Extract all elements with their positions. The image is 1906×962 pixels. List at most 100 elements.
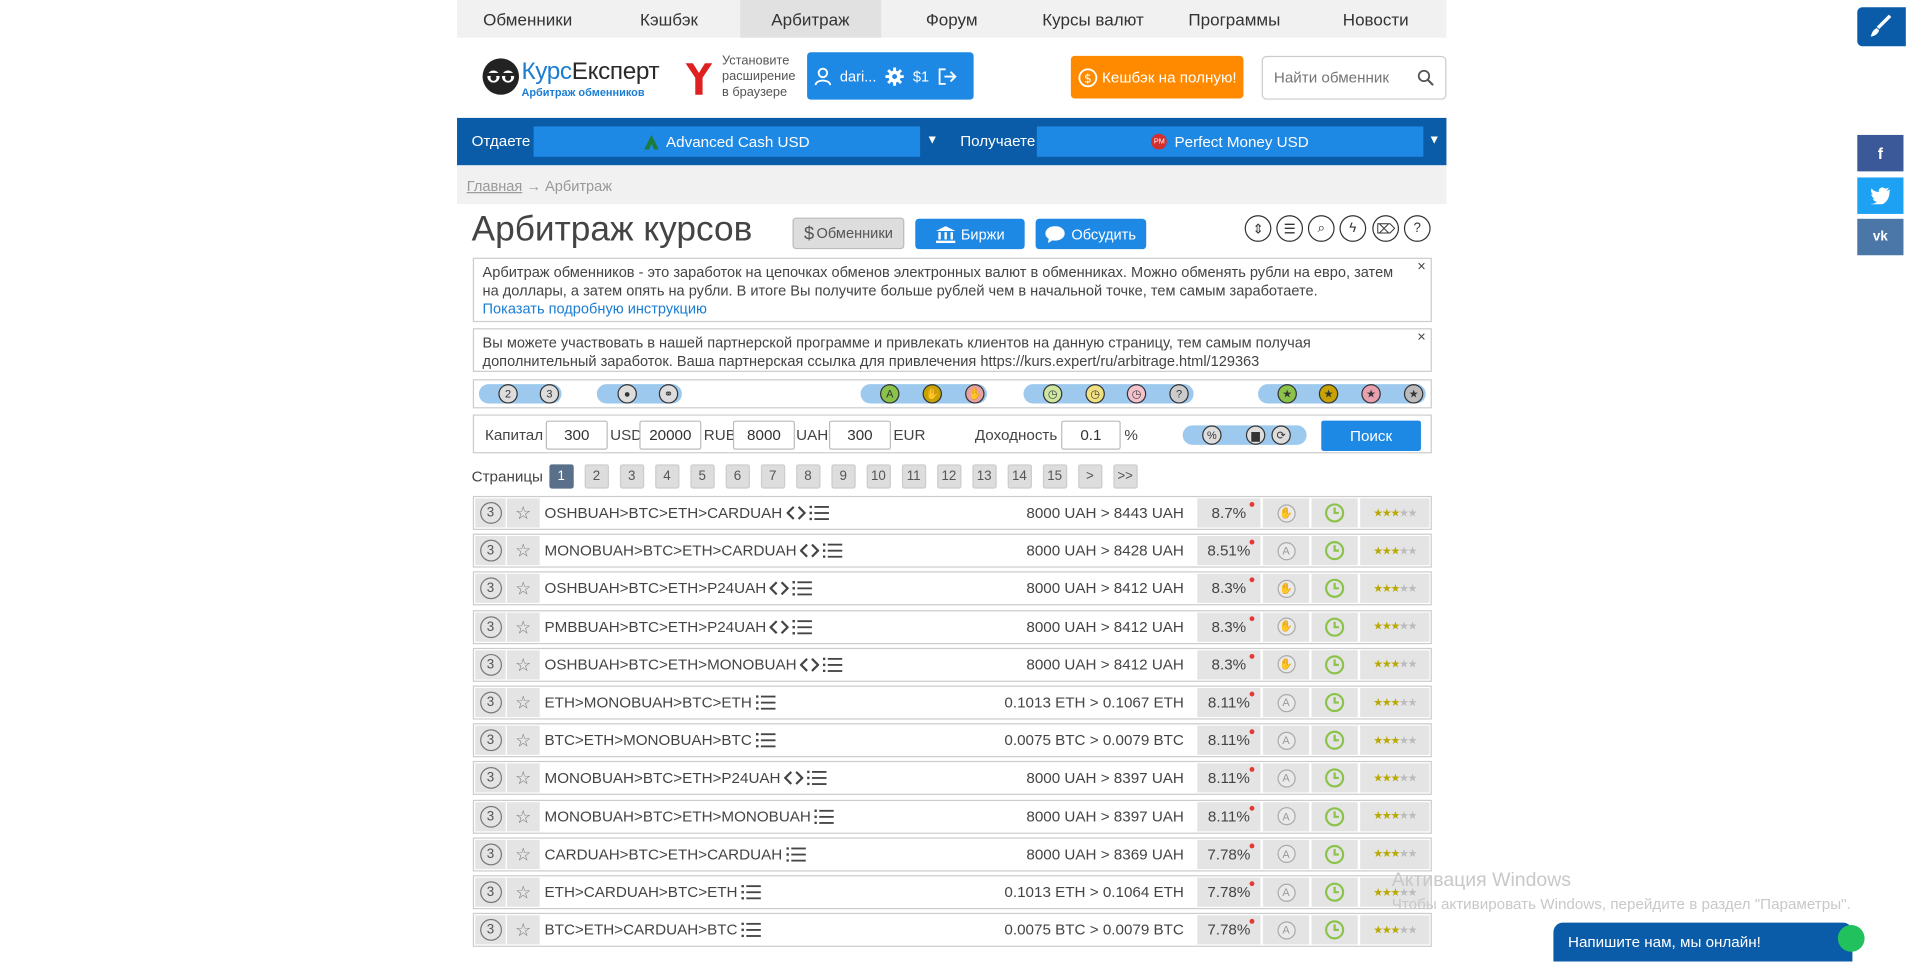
table-row[interactable]: 3 ☆ MONOBUAH>BTC>ETH>MONOBUAH 8000 UAH > 83…	[472, 799, 1432, 834]
chain-text[interactable]: OSHBUAH>BTC>ETH>MONOBUAH	[545, 656, 797, 673]
chain-text[interactable]: MONOBUAH>BTC>ETH>CARDUAH	[545, 542, 797, 559]
favorite-star-icon[interactable]: ☆	[506, 839, 540, 869]
find-button[interactable]: Поиск	[1321, 420, 1421, 451]
bucket-icon[interactable]: ▆	[1245, 425, 1266, 445]
close-icon[interactable]: ×	[1417, 328, 1426, 346]
usd-input[interactable]: 300	[545, 420, 608, 450]
table-row[interactable]: 3 ☆ MONOBUAH>BTC>ETH>CARDUAH 8000 UAH > 842…	[472, 533, 1432, 568]
chain-cell[interactable]: MONOBUAH>BTC>ETH>MONOBUAH	[545, 808, 835, 825]
favorite-star-icon[interactable]: ☆	[506, 536, 540, 566]
gear-icon[interactable]	[885, 66, 904, 86]
chain-cell[interactable]: CARDUAH>BTC>ETH>CARDUAH	[545, 846, 806, 863]
list-icon[interactable]	[807, 771, 827, 786]
twitter-icon[interactable]	[1857, 177, 1904, 214]
list-icon[interactable]	[823, 543, 843, 559]
clock-red-icon[interactable]: ◷	[1126, 384, 1147, 404]
star-pink-icon[interactable]: ★	[1361, 384, 1381, 404]
chain-text[interactable]: OSHBUAH>BTC>ETH>P24UAH	[545, 580, 767, 597]
chain-cell[interactable]: ETH>MONOBUAH>BTC>ETH	[545, 694, 775, 711]
favorite-star-icon[interactable]: ☆	[506, 801, 540, 831]
list-icon[interactable]	[785, 846, 806, 862]
chain-cell[interactable]: ETH>CARDUAH>BTC>ETH	[545, 884, 761, 901]
star-gray-icon[interactable]: ★	[1403, 384, 1424, 404]
hand-red-icon[interactable]: ✋	[965, 384, 985, 404]
chain-cell[interactable]: PMBBUAH>BTC>ETH>P24UAH	[545, 618, 813, 635]
chain-text[interactable]: BTC>ETH>MONOBUAH>BTC	[545, 732, 752, 749]
chat-widget[interactable]: Напишите нам, мы онлайн!	[1553, 922, 1865, 962]
table-row[interactable]: 3 ☆ BTC>ETH>CARDUAH>BTC 0.0075 BTC > 0.0079…	[472, 913, 1432, 948]
auto-icon[interactable]: A	[880, 384, 900, 404]
favorite-star-icon[interactable]: ☆	[506, 877, 540, 907]
table-row[interactable]: 3 ☆ OSHBUAH>BTC>ETH>MONOBUAH 8000 UAH > 841…	[472, 647, 1432, 682]
favorite-star-icon[interactable]: ☆	[506, 687, 540, 718]
clock-yellow-icon[interactable]: ◷	[1085, 384, 1105, 404]
table-row[interactable]: 3 ☆ ETH>MONOBUAH>BTC>ETH 0.1013 ETH > 0.106…	[472, 685, 1432, 720]
exchangers-button[interactable]: $ Обменники	[792, 217, 905, 250]
link-icon[interactable]: ⚭	[658, 384, 679, 404]
table-row[interactable]: 3 ☆ BTC>ETH>MONOBUAH>BTC 0.0075 BTC > 0.007…	[472, 723, 1432, 758]
breadcrumb-home[interactable]: Главная	[467, 177, 523, 194]
table-row[interactable]: 3 ☆ PMBBUAH>BTC>ETH>P24UAH 8000 UAH > 8412 …	[472, 609, 1432, 644]
exchanges-button[interactable]: Биржи	[915, 218, 1025, 250]
code-icon[interactable]	[800, 657, 820, 672]
page-13-button[interactable]: 13	[972, 464, 997, 489]
favorite-star-icon[interactable]: ☆	[506, 915, 540, 945]
table-row[interactable]: 3 ☆ MONOBUAH>BTC>ETH>P24UAH 8000 UAH > 8397…	[472, 761, 1432, 796]
chain-cell[interactable]: OSHBUAH>BTC>ETH>MONOBUAH	[545, 656, 843, 673]
page-2-button[interactable]: 2	[584, 464, 609, 489]
star-green-icon[interactable]: ★	[1277, 384, 1297, 404]
page-next-button[interactable]: >	[1077, 464, 1103, 489]
filter-icon[interactable]: ⌦	[1372, 215, 1400, 242]
table-row[interactable]: 3 ☆ OSHBUAH>BTC>ETH>CARDUAH 8000 UAH > 8443…	[472, 495, 1432, 530]
discuss-button[interactable]: Обсудить	[1035, 218, 1147, 250]
chain-cell[interactable]: OSHBUAH>BTC>ETH>CARDUAH	[545, 504, 829, 521]
sort-icon[interactable]: ⇕	[1244, 215, 1272, 242]
favorite-star-icon[interactable]: ☆	[506, 612, 540, 642]
chain-text[interactable]: ETH>CARDUAH>BTC>ETH	[545, 884, 738, 901]
nav-news[interactable]: Новости	[1305, 0, 1446, 38]
search-tool-icon[interactable]: ⌕	[1307, 215, 1335, 242]
chain-text[interactable]: CARDUAH>BTC>ETH>CARDUAH	[545, 846, 783, 863]
chain-cell[interactable]: OSHBUAH>BTC>ETH>P24UAH	[545, 580, 813, 597]
search-input[interactable]	[1273, 69, 1418, 87]
extension-promo[interactable]: Установите расширение в браузере	[683, 53, 805, 102]
uah-input[interactable]: 8000	[732, 420, 795, 450]
page-10-button[interactable]: 10	[866, 464, 891, 489]
code-icon[interactable]	[785, 506, 806, 521]
chain-text[interactable]: MONOBUAH>BTC>ETH>P24UAH	[545, 770, 781, 787]
nav-programs[interactable]: Программы	[1164, 0, 1305, 38]
give-dropdown-arrow-icon[interactable]: ▼	[926, 134, 938, 147]
nav-forum[interactable]: Форум	[881, 0, 1022, 38]
list-icon[interactable]	[792, 581, 813, 597]
favorite-star-icon[interactable]: ☆	[506, 725, 540, 756]
chain-length-3-icon[interactable]: 3	[539, 384, 560, 404]
table-row[interactable]: 3 ☆ OSHBUAH>BTC>ETH>P24UAH 8000 UAH > 8412 …	[472, 571, 1432, 606]
list-icon[interactable]	[823, 657, 843, 672]
chain-cell[interactable]: MONOBUAH>BTC>ETH>CARDUAH	[545, 542, 843, 559]
favorite-star-icon[interactable]: ☆	[506, 763, 540, 793]
lightning-icon[interactable]: ϟ	[1339, 215, 1367, 242]
nav-cashback[interactable]: Кэшбэк	[598, 0, 739, 38]
page-6-button[interactable]: 6	[725, 464, 750, 489]
list-icon[interactable]	[755, 733, 775, 748]
clock-green-icon[interactable]: ◷	[1042, 384, 1063, 404]
favorite-star-icon[interactable]: ☆	[506, 650, 540, 680]
favorite-star-icon[interactable]: ☆	[506, 498, 540, 528]
user-name[interactable]: dari...	[840, 67, 876, 84]
code-icon[interactable]	[784, 771, 804, 786]
close-icon[interactable]: ×	[1417, 258, 1426, 276]
page-3-button[interactable]: 3	[619, 464, 644, 489]
nav-rates[interactable]: Курсы валют	[1022, 0, 1163, 38]
search-icon[interactable]	[1417, 69, 1434, 86]
list-icon[interactable]	[741, 884, 761, 900]
nav-exchangers[interactable]: Обменники	[457, 0, 598, 38]
question-icon[interactable]: ?	[1169, 384, 1189, 404]
rub-input[interactable]: 20000	[639, 420, 702, 450]
page-11-button[interactable]: 11	[901, 464, 926, 489]
help-icon[interactable]: ?	[1403, 215, 1431, 242]
page-14-button[interactable]: 14	[1007, 464, 1032, 489]
code-icon[interactable]	[769, 619, 790, 634]
chain-text[interactable]: ETH>MONOBUAH>BTC>ETH	[545, 694, 752, 711]
page-7-button[interactable]: 7	[760, 464, 785, 489]
list-icon[interactable]	[808, 505, 829, 521]
